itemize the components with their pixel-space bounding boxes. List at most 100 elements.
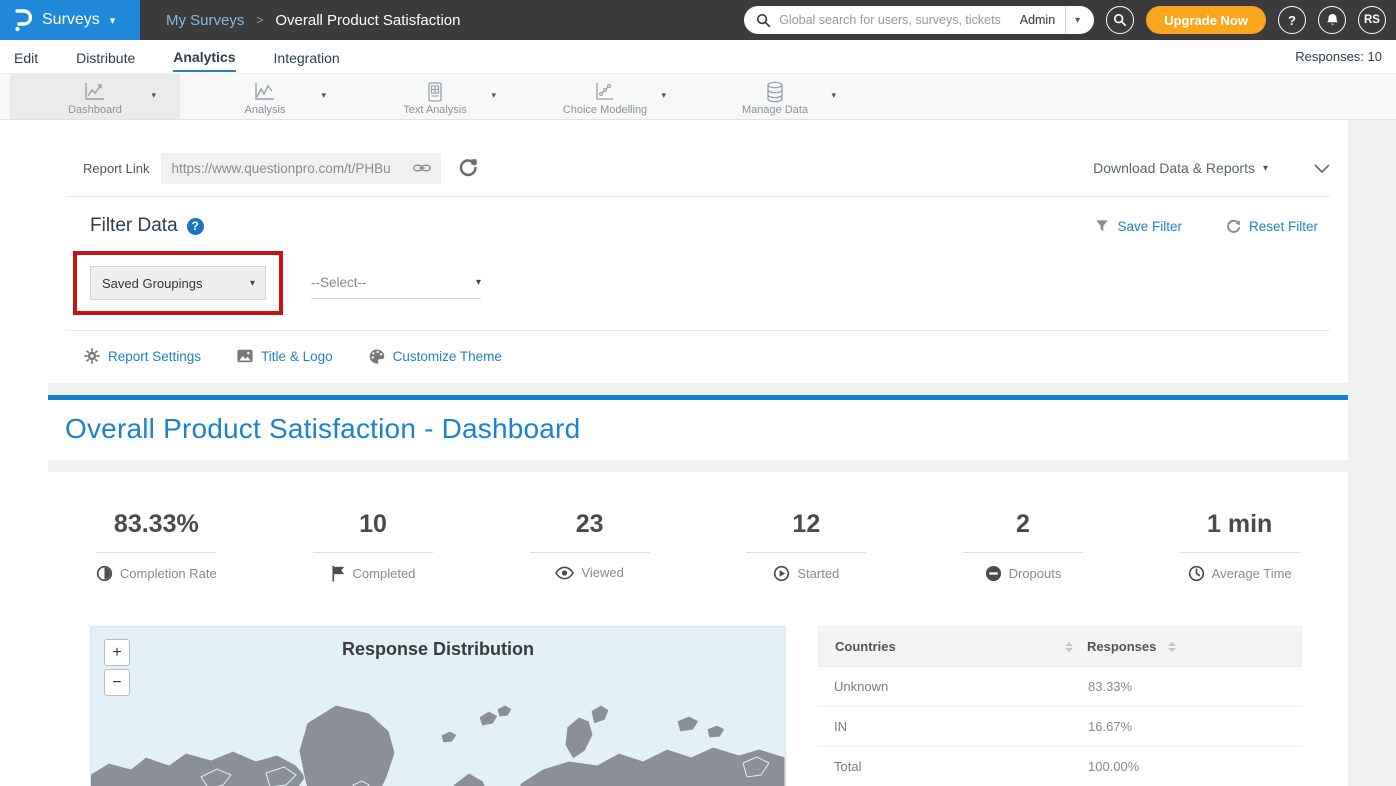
report-filter-card: Report Link Download Data & Reports ▾ Fi…	[48, 140, 1348, 381]
toolbar-tab-label: Manage Data	[742, 104, 808, 116]
stat-viewed: 23 Viewed	[481, 510, 698, 582]
toolbar-tab-label: Dashboard	[68, 104, 122, 116]
stat-dropouts: 2 Dropouts	[915, 510, 1132, 582]
reset-filter-button[interactable]: Reset Filter	[1226, 219, 1318, 234]
table-row: Unknown 83.33%	[818, 667, 1302, 707]
notifications-button[interactable]	[1318, 6, 1346, 34]
question-mark-icon: ?	[1288, 13, 1296, 28]
saved-groupings-dropdown[interactable]: Saved Groupings ▾	[90, 266, 266, 300]
breadcrumb: My Surveys > Overall Product Satisfactio…	[166, 12, 460, 29]
report-settings-link[interactable]: Report Settings	[84, 348, 201, 364]
tab-distribute[interactable]: Distribute	[76, 43, 135, 71]
country-responses: 16.67%	[1088, 719, 1302, 734]
report-link-field[interactable]	[161, 153, 441, 184]
tab-edit[interactable]: Edit	[14, 43, 38, 71]
stat-label: Started	[797, 566, 839, 581]
response-distribution-map[interactable]: Response Distribution + −	[90, 626, 786, 786]
avatar[interactable]: RS	[1358, 6, 1386, 34]
column-responses[interactable]: Responses	[1087, 639, 1156, 654]
countries-table-header: Countries Responses	[818, 626, 1302, 667]
clock-icon	[1188, 565, 1205, 582]
global-search-input[interactable]	[779, 13, 1010, 27]
customize-theme-link[interactable]: Customize Theme	[369, 349, 502, 364]
chevron-down-icon[interactable]: ▾	[151, 90, 156, 101]
analytics-toolbar: Dashboard ▾ Analysis ▾ Text Analysis ▾	[0, 74, 1396, 120]
report-title-section: Overall Product Satisfaction - Dashboard	[48, 395, 1348, 460]
product-name: Surveys	[42, 11, 100, 29]
grouping-select-dropdown[interactable]: --Select-- ▾	[311, 267, 481, 299]
column-countries[interactable]: Countries	[835, 639, 896, 654]
search-button[interactable]	[1106, 6, 1134, 34]
stat-value: 10	[265, 510, 482, 539]
download-data-reports-menu[interactable]: Download Data & Reports	[1093, 160, 1255, 176]
divider	[530, 552, 650, 553]
breadcrumb-my-surveys[interactable]: My Surveys	[166, 12, 244, 29]
divider	[96, 552, 216, 553]
link-icon[interactable]	[413, 161, 431, 175]
map-zoom-in-button[interactable]: +	[104, 639, 130, 666]
sort-icon[interactable]	[1065, 642, 1073, 652]
search-icon	[756, 13, 771, 28]
search-scope-value: Admin	[1010, 13, 1065, 27]
eye-icon	[555, 566, 574, 580]
divider	[313, 552, 433, 553]
chevron-down-icon[interactable]: ▾	[321, 90, 326, 101]
toolbar-tab-label: Analysis	[245, 104, 286, 116]
gear-icon	[84, 348, 100, 364]
filter-help-icon[interactable]: ?	[187, 218, 204, 235]
chevron-down-icon[interactable]: ▾	[831, 90, 836, 101]
filter-data-section: Filter Data ? Save Filter Reset Filter	[66, 197, 1330, 315]
toolbar-tab-analysis[interactable]: Analysis ▾	[180, 74, 350, 119]
toolbar-tab-choice-modelling[interactable]: Choice Modelling ▾	[520, 74, 690, 119]
help-button[interactable]: ?	[1278, 6, 1306, 34]
play-circle-icon	[773, 565, 790, 582]
report-link-label: Report Link	[83, 161, 149, 176]
stat-value: 1 min	[1131, 510, 1348, 539]
world-map	[91, 665, 785, 786]
map-zoom-out-button[interactable]: −	[104, 669, 130, 696]
toolbar-tab-dashboard[interactable]: Dashboard ▾	[10, 74, 180, 119]
sort-icon[interactable]	[1168, 642, 1176, 652]
bell-icon	[1326, 13, 1339, 27]
funnel-icon	[1095, 219, 1109, 233]
save-filter-button[interactable]: Save Filter	[1095, 219, 1182, 234]
table-row: IN 16.67%	[818, 707, 1302, 747]
dashboard-section: 83.33% Completion Rate 10 Completed	[48, 472, 1348, 786]
stat-value: 2	[915, 510, 1132, 539]
divider	[963, 552, 1083, 553]
analysis-chart-icon	[252, 81, 278, 103]
stat-completion-rate: 83.33% Completion Rate	[48, 510, 265, 582]
top-bar: Surveys ▾ My Surveys > Overall Product S…	[0, 0, 1396, 40]
toolbar-tab-text-analysis[interactable]: Text Analysis ▾	[350, 74, 520, 119]
toolbar-tab-label: Text Analysis	[403, 104, 467, 116]
search-scope-caret-icon[interactable]: ▾	[1066, 15, 1084, 26]
section-gap	[48, 460, 1396, 472]
caret-down-icon: ▾	[250, 278, 255, 289]
chevron-down-icon[interactable]: ▾	[491, 90, 496, 101]
database-icon	[765, 81, 785, 103]
flag-icon	[331, 565, 346, 582]
collapse-chevron-icon[interactable]	[1314, 164, 1330, 173]
upgrade-now-button[interactable]: Upgrade Now	[1146, 6, 1266, 34]
report-link-input[interactable]	[171, 161, 413, 176]
chevron-down-icon[interactable]: ▾	[661, 90, 666, 101]
stat-average-time: 1 min Average Time	[1131, 510, 1348, 582]
stat-label: Viewed	[581, 565, 623, 580]
toolbar-tab-manage-data[interactable]: Manage Data ▾	[690, 74, 860, 119]
title-logo-link[interactable]: Title & Logo	[237, 349, 333, 364]
page-background-rail	[1348, 120, 1396, 786]
stats-row: 83.33% Completion Rate 10 Completed	[48, 510, 1348, 582]
reset-icon	[1226, 219, 1241, 234]
caret-down-icon: ▾	[1263, 163, 1268, 174]
product-switcher[interactable]: Surveys ▾	[0, 0, 140, 40]
filter-data-title: Filter Data	[90, 215, 178, 237]
tab-analytics[interactable]: Analytics	[173, 42, 235, 72]
country-name: Unknown	[818, 679, 1088, 694]
saved-groupings-value: Saved Groupings	[102, 276, 250, 291]
toolbar-tab-label: Choice Modelling	[563, 104, 647, 116]
completion-rate-icon	[96, 565, 113, 582]
tab-integration[interactable]: Integration	[274, 43, 340, 71]
live-dashboard-icon[interactable]	[458, 158, 478, 178]
global-search[interactable]: Admin ▾	[744, 6, 1094, 34]
stat-label: Completion Rate	[120, 566, 217, 581]
